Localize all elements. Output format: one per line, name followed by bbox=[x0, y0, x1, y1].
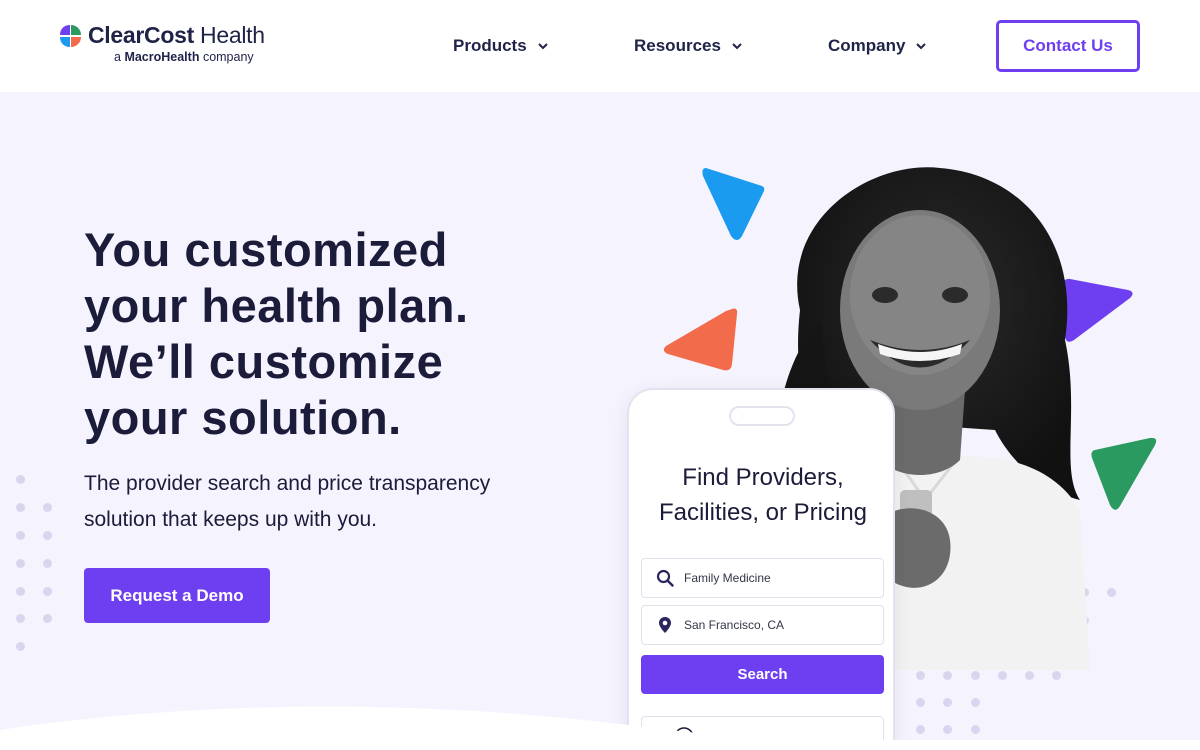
orange-triangle-shape bbox=[663, 308, 738, 371]
specialty-search-field[interactable]: Family Medicine bbox=[641, 558, 884, 598]
contact-us-button[interactable]: Contact Us bbox=[996, 20, 1140, 72]
chevron-down-icon bbox=[732, 43, 742, 50]
location-field[interactable]: San Francisco, CA bbox=[641, 605, 884, 645]
hero-title: You customized your health plan. We’ll c… bbox=[84, 222, 604, 446]
blue-triangle-shape bbox=[702, 168, 765, 240]
hero-title-line: You customized bbox=[84, 223, 448, 276]
phone-title-line: Find Providers, bbox=[682, 464, 844, 491]
clearcost-health-logo[interactable]: ClearCost Health a MacroHealth company bbox=[58, 22, 268, 68]
brand-name: ClearCost Health bbox=[88, 22, 265, 48]
hero-subtitle: The provider search and price transparen… bbox=[84, 472, 491, 531]
nav-company-label: Company bbox=[828, 36, 906, 55]
nav-resources-label: Resources bbox=[634, 36, 721, 55]
phone-mockup: Find Providers, Facilities, or Pricing F… bbox=[627, 388, 895, 750]
specialty-value: Family Medicine bbox=[684, 571, 771, 585]
phone-notch bbox=[729, 406, 795, 426]
logo-mark-icon bbox=[60, 25, 81, 47]
phone-title-line: Facilities, or Pricing bbox=[658, 499, 868, 526]
search-icon bbox=[656, 569, 674, 587]
location-value: San Francisco, CA bbox=[684, 618, 785, 632]
nav-company[interactable]: Company bbox=[828, 34, 927, 58]
phone-title: Find Providers, Facilities, or Pricing bbox=[629, 460, 897, 530]
search-button[interactable]: Search bbox=[641, 655, 884, 694]
nav-products-label: Products bbox=[453, 36, 527, 55]
location-pin-icon bbox=[659, 617, 671, 633]
request-demo-button[interactable]: Request a Demo bbox=[84, 568, 270, 623]
green-triangle-shape bbox=[1091, 437, 1157, 510]
hero-title-line: your solution. bbox=[84, 391, 402, 444]
chevron-down-icon bbox=[916, 43, 927, 50]
site-header: ClearCost Health a MacroHealth company P… bbox=[0, 0, 1200, 92]
brand-tagline: a MacroHealth company bbox=[114, 50, 254, 64]
chevron-down-icon bbox=[537, 43, 548, 50]
bottom-wave-divider bbox=[0, 706, 1200, 750]
hero-title-line: your health plan. bbox=[84, 279, 469, 332]
nav-resources[interactable]: Resources bbox=[634, 34, 743, 58]
nav-products[interactable]: Products bbox=[453, 34, 549, 58]
hero-title-line: We’ll customize bbox=[84, 335, 444, 388]
